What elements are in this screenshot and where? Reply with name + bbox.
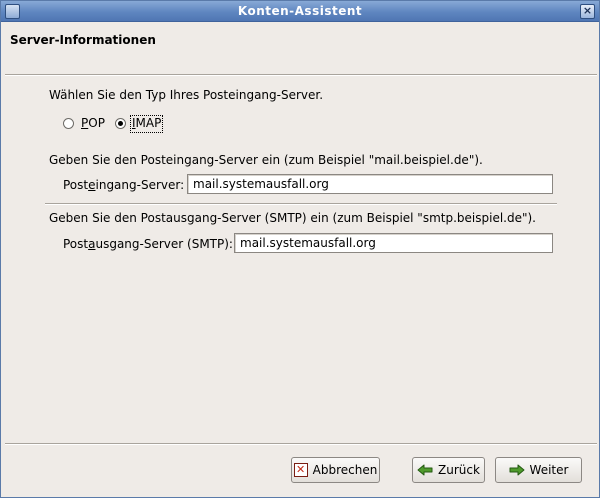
window-title: Konten-Assistent [237, 4, 363, 18]
outgoing-server-prompt: Geben Sie den Postausgang-Server (SMTP) … [49, 211, 536, 225]
back-button-label: Zurück [438, 463, 480, 477]
imap-radio-indicator[interactable] [115, 118, 126, 129]
next-button[interactable]: Weiter [495, 457, 582, 483]
close-icon[interactable]: × [580, 4, 595, 19]
outgoing-server-label: Postausgang-Server (SMTP): [63, 237, 233, 251]
next-button-label: Weiter [529, 463, 569, 477]
cancel-icon: ✕ [293, 463, 308, 477]
section-divider [45, 203, 557, 205]
page-header: Server-Informationen [1, 22, 599, 74]
incoming-server-input[interactable] [187, 174, 553, 194]
pop-label[interactable]: POP [81, 116, 105, 130]
server-type-prompt: Wählen Sie den Typ Ihres Posteingang-Ser… [49, 88, 324, 102]
radio-imap[interactable]: IMAP [115, 115, 165, 133]
arrow-left-icon [417, 464, 433, 476]
cancel-button-label: Abbrechen [312, 463, 378, 477]
outgoing-server-input[interactable] [234, 233, 553, 253]
footer-divider [5, 443, 597, 445]
title-bar[interactable]: Konten-Assistent × [1, 1, 599, 22]
back-button[interactable]: Zurück [412, 457, 485, 483]
incoming-server-label: Posteingang-Server: [63, 178, 185, 192]
page-title: Server-Informationen [10, 33, 156, 47]
arrow-right-icon [509, 464, 525, 476]
wizard-window: Konten-Assistent × Server-Informationen … [0, 0, 600, 498]
header-divider [5, 74, 597, 76]
radio-pop[interactable]: POP [63, 115, 113, 133]
cancel-button[interactable]: ✕ Abbrechen [291, 457, 380, 483]
pop-radio-indicator[interactable] [63, 118, 74, 129]
incoming-server-prompt: Geben Sie den Posteingang-Server ein (zu… [49, 153, 483, 167]
imap-label[interactable]: IMAP [132, 116, 161, 130]
